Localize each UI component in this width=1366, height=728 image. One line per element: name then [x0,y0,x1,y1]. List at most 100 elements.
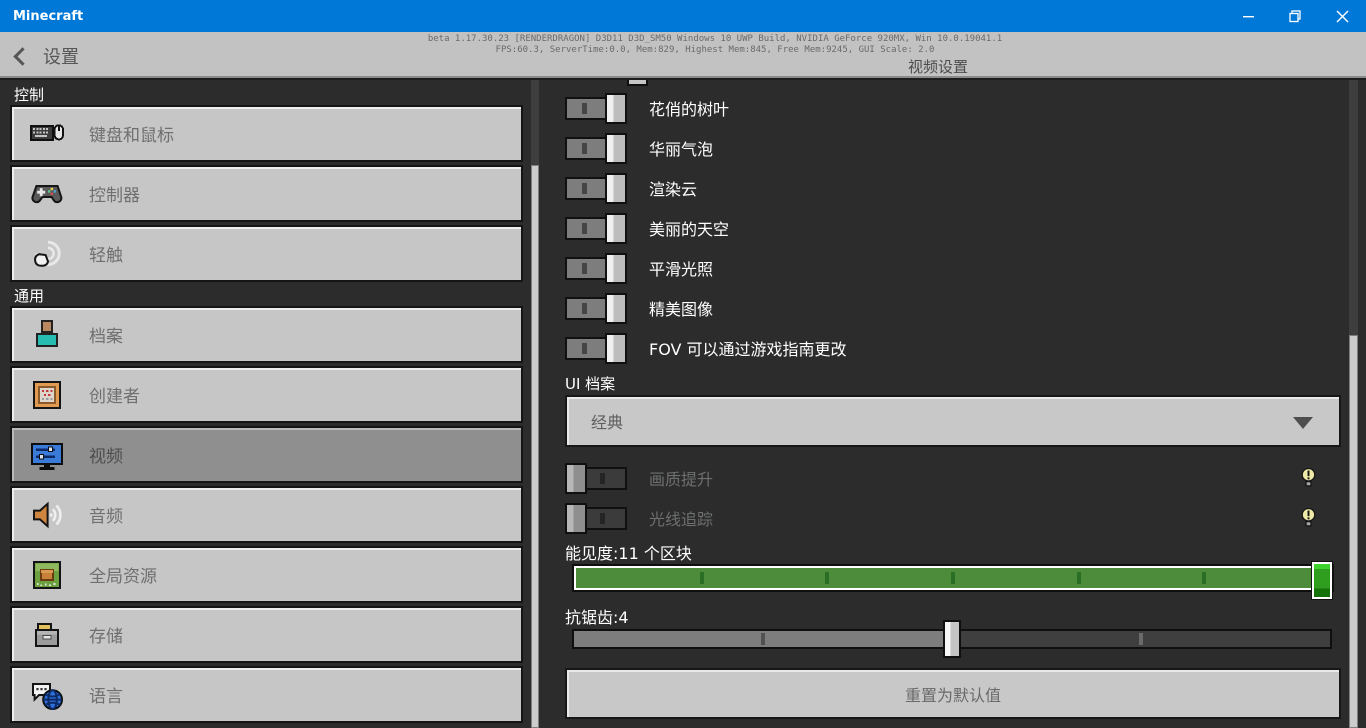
sidebar-item-label: 轻触 [89,246,123,266]
toggle-switch[interactable] [565,252,627,284]
toggle-switch[interactable] [565,212,627,244]
restore-icon [1289,9,1301,22]
storage-icon [29,617,65,653]
toggle-label: 平滑光照 [649,260,714,279]
panel-scrollbar-thumb[interactable] [1349,335,1358,728]
toggle-row: 精美图像 [565,288,1351,328]
ui-profile-value: 经典 [591,413,624,432]
sidebar-item-label: 全局资源 [89,567,157,587]
render-distance-slider[interactable] [572,562,1334,599]
slider-tick [1139,633,1143,645]
toggle-row: 花俏的树叶 [565,88,1351,128]
toggle-label: 花俏的树叶 [649,100,730,119]
toggle-row: 画质提升 [565,458,1341,498]
sidebar-item-label: 控制器 [89,186,140,206]
minimize-button[interactable] [1225,0,1272,32]
settings-content: 控制 键盘和鼠标 控制器 轻触 通用 档案 创建者 视频 音频 全局资源 存储 … [0,80,1366,728]
window-titlebar: Minecraft [0,0,1366,32]
sidebar-item-language[interactable]: 语言 [10,666,523,723]
settings-header: 设置 beta 1.17.30.23 [RENDERDRAGON] D3D11 … [0,32,1366,78]
toggle-switch[interactable] [565,292,627,324]
disabled-toggle-list: 画质提升 光线追踪 [565,458,1341,538]
sidebar-item-profile[interactable]: 档案 [10,306,523,363]
sidebar-item-creator[interactable]: 创建者 [10,366,523,423]
slider-tick [1076,572,1081,584]
keyboard-mouse-icon [29,116,65,152]
slider-tick [761,633,765,645]
restore-button[interactable] [1272,0,1319,32]
sidebar-item-audio[interactable]: 音频 [10,486,523,543]
sidebar-item-touch[interactable]: 轻触 [10,225,523,282]
video-icon [29,437,65,473]
video-settings-panel: 花俏的树叶 华丽气泡 渲染云 美丽的天空 平滑光照 精美图像 FOV 可以通过游… [545,80,1366,728]
render-distance-knob[interactable] [1312,562,1332,599]
toggle-switch[interactable] [565,172,627,204]
window-controls [1225,0,1366,32]
toggle-row: 美丽的天空 [565,208,1351,248]
toggle-row: 平滑光照 [565,248,1351,288]
ui-profile-dropdown[interactable]: 经典 [565,395,1341,447]
toggle-label: FOV 可以通过游戏指南更改 [649,340,847,359]
chevron-down-icon [1293,417,1313,429]
antialiasing-label: 抗锯齿:4 [565,608,629,627]
toggle-switch[interactable] [565,332,627,364]
toggle-label: 画质提升 [649,470,714,489]
slider-tick [951,572,955,584]
render-distance-label: 能见度:11 个区块 [565,544,692,563]
toggle-switch [565,462,627,494]
slider-tick [825,572,830,584]
panel-scrollbar[interactable] [1349,80,1358,728]
close-button[interactable] [1319,0,1366,32]
toggle-row: 光线追踪 [565,498,1341,538]
render-distance-track [576,562,1332,599]
language-icon [29,677,65,713]
sidebar-item-label: 视频 [89,447,123,467]
profile-icon [29,317,65,353]
reset-defaults-button[interactable]: 重置为默认值 [565,668,1341,719]
toggle-switch[interactable] [565,132,627,164]
sidebar-item-global-resources[interactable]: 全局资源 [10,546,523,603]
toggle-label: 华丽气泡 [649,140,714,159]
toggle-label: 美丽的天空 [649,220,730,239]
audio-icon [29,497,65,533]
page-title: 视频设置 [908,58,969,76]
slider-tick [1202,572,1207,584]
ui-profile-label: UI 档案 [565,375,616,393]
sidebar-scrollbar[interactable] [531,80,539,728]
toggle-list: 花俏的树叶 华丽气泡 渲染云 美丽的天空 平滑光照 精美图像 FOV 可以通过游… [565,88,1351,368]
sidebar-item-controller[interactable]: 控制器 [10,165,523,222]
sidebar-item-video[interactable]: 视频 [10,426,523,483]
global-resources-icon [29,557,65,593]
sidebar-section-label: 通用 [14,287,45,305]
toggle-row: FOV 可以通过游戏指南更改 [565,328,1351,368]
antialiasing-slider[interactable] [572,620,1332,658]
sidebar-item-label: 档案 [89,327,123,347]
toggle-switch[interactable] [565,92,627,124]
lightbulb-icon [1301,467,1316,489]
sidebar-item-label: 音频 [89,507,123,527]
controller-icon [29,176,65,212]
creator-icon [29,377,65,413]
sidebar-item-storage[interactable]: 存储 [10,606,523,663]
toggle-row: 渲染云 [565,168,1351,208]
toggle-row: 华丽气泡 [565,128,1351,168]
minimize-icon [1242,16,1254,18]
app-title: Minecraft [13,8,84,24]
sidebar-scrollbar-thumb[interactable] [531,165,539,728]
toggle-label: 光线追踪 [649,510,714,529]
sidebar-item-label: 语言 [89,687,123,707]
touch-icon [29,236,65,272]
antialiasing-knob[interactable] [943,620,961,658]
sidebar: 控制 键盘和鼠标 控制器 轻触 通用 档案 创建者 视频 音频 全局资源 存储 … [0,80,545,728]
sidebar-item-label: 创建者 [89,387,140,407]
slider-tick [699,572,704,584]
debug-info: beta 1.17.30.23 [RENDERDRAGON] D3D11 D3D… [0,34,1366,56]
debug-line-2: FPS:60.3, ServerTime:0.0, Mem:829, Highe… [495,45,935,55]
close-icon [1336,10,1349,22]
sidebar-item-keyboard-mouse[interactable]: 键盘和鼠标 [10,105,523,162]
sidebar-section-label: 控制 [14,86,45,104]
sidebar-item-label: 存储 [89,627,123,647]
toggle-label: 精美图像 [649,300,714,319]
toggle-switch [565,502,627,534]
lightbulb-icon [1301,507,1316,529]
